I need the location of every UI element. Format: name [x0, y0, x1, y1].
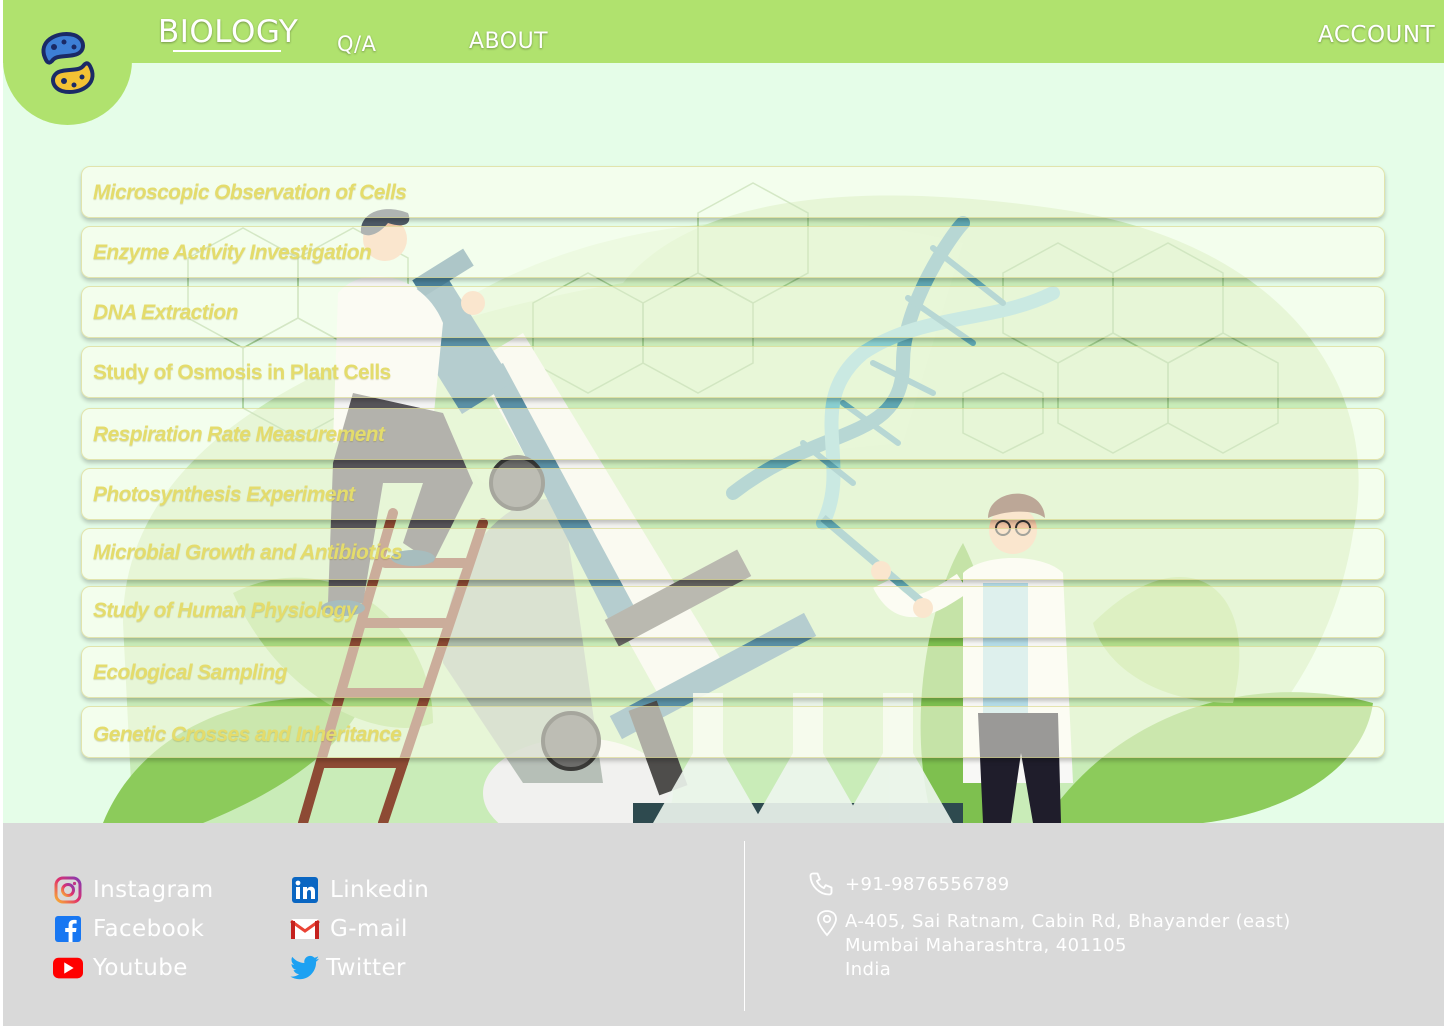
location-pin-icon	[815, 909, 839, 942]
gmail-link[interactable]: G-mail	[290, 914, 408, 944]
gmail-icon	[290, 914, 320, 944]
address-line-2: Mumbai Maharashtra, 401105	[845, 935, 1127, 956]
experiment-item-label: Microscopic Observation of Cells	[93, 181, 407, 204]
contact-phone[interactable]: +91-9876556789	[845, 873, 1010, 897]
youtube-label: Youtube	[93, 955, 188, 981]
nav-biology-link[interactable]: BIOLOGY	[158, 14, 298, 50]
experiment-item-label: Enzyme Activity Investigation	[93, 241, 372, 264]
linkedin-label: Linkedin	[330, 877, 430, 903]
contact-address: A-405, Sai Ratnam, Cabin Rd, Bhayander (…	[845, 910, 1291, 982]
experiment-item[interactable]: DNA Extraction	[81, 286, 1385, 338]
nav-qa-link[interactable]: Q/A	[337, 32, 376, 56]
instagram-link[interactable]: Instagram	[53, 875, 214, 905]
experiment-item-label: Study of Human Physiology	[93, 599, 357, 622]
address-line-3: India	[845, 959, 892, 980]
linkedin-link[interactable]: Linkedin	[290, 875, 429, 905]
instagram-label: Instagram	[93, 877, 214, 903]
logo-bacteria-icon[interactable]	[3, 0, 132, 125]
experiment-item-label: Ecological Sampling	[93, 661, 288, 684]
experiment-item[interactable]: Study of Human Physiology	[81, 586, 1385, 638]
twitter-icon	[290, 953, 320, 983]
linkedin-icon	[290, 875, 320, 905]
experiment-item-label: Photosynthesis Experiment	[93, 483, 355, 506]
gmail-label: G-mail	[330, 916, 408, 942]
active-nav-underline	[173, 50, 281, 52]
bacteria-logo-graphic	[41, 31, 94, 94]
nav-about-link[interactable]: ABOUT	[469, 29, 548, 54]
instagram-icon	[53, 875, 83, 905]
experiment-item[interactable]: Microbial Growth and Antibiotics	[81, 528, 1385, 580]
experiment-item[interactable]: Photosynthesis Experiment	[81, 468, 1385, 520]
address-line-1: A-405, Sai Ratnam, Cabin Rd, Bhayander (…	[845, 911, 1291, 932]
youtube-icon	[53, 953, 83, 983]
experiment-item-label: Genetic Crosses and Inheritance	[93, 723, 402, 746]
experiment-item[interactable]: Ecological Sampling	[81, 646, 1385, 698]
experiment-item-label: Microbial Growth and Antibiotics	[93, 541, 403, 564]
experiment-item-label: Study of Osmosis in Plant Cells	[93, 361, 391, 384]
experiment-item[interactable]: Enzyme Activity Investigation	[81, 226, 1385, 278]
experiment-item[interactable]: Genetic Crosses and Inheritance	[81, 706, 1385, 758]
twitter-label: Twitter	[326, 955, 406, 981]
footer-divider	[744, 841, 745, 1011]
experiment-item-label: DNA Extraction	[93, 301, 238, 324]
phone-icon	[807, 870, 835, 903]
nav-account-link[interactable]: ACCOUNT	[1318, 22, 1435, 48]
facebook-icon	[53, 914, 83, 944]
page-frame: BIOLOGY Q/A ABOUT ACCOUNT Microscopic Ob…	[3, 0, 1444, 1026]
youtube-link[interactable]: Youtube	[53, 953, 188, 983]
experiment-item[interactable]: Study of Osmosis in Plant Cells	[81, 346, 1385, 398]
twitter-link[interactable]: Twitter	[290, 953, 406, 983]
facebook-link[interactable]: Facebook	[53, 914, 204, 944]
facebook-label: Facebook	[93, 916, 205, 942]
experiment-item[interactable]: Respiration Rate Measurement	[81, 408, 1385, 460]
experiment-item[interactable]: Microscopic Observation of Cells	[81, 166, 1385, 218]
experiment-item-label: Respiration Rate Measurement	[93, 423, 385, 446]
footer: Instagram Facebook Youtube Linkedin G-ma…	[3, 823, 1444, 1026]
